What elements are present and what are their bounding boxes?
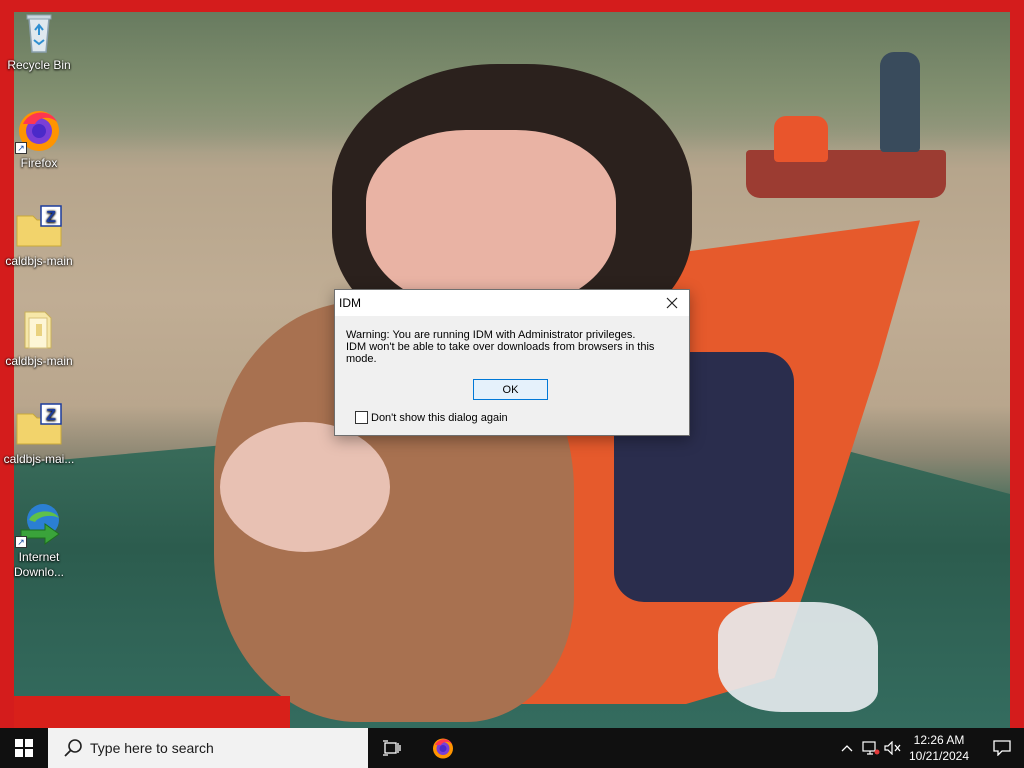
clock-date: 10/21/2024 <box>908 749 970 763</box>
dont-show-again-checkbox[interactable]: Don't show this dialog again <box>355 411 508 424</box>
search-placeholder: Type here to search <box>90 740 214 756</box>
wallpaper-red-banner <box>14 696 290 728</box>
desktop-icon-label: Internet Downlo... <box>13 550 65 579</box>
desktop-icon-caldbjs-folder[interactable]: caldbjs-main <box>1 304 77 369</box>
checkbox-label: Don't show this dialog again <box>371 411 508 424</box>
network-icon <box>862 741 880 755</box>
firefox-icon <box>433 738 453 759</box>
dialog-titlebar[interactable]: IDM <box>335 290 689 316</box>
dialog-message-line: Warning: You are running IDM with Admini… <box>346 329 636 341</box>
folder-icon <box>15 304 63 352</box>
desktop-icon-label: Firefox <box>20 156 58 170</box>
chevron-up-icon <box>841 745 853 752</box>
svg-text:Z: Z <box>46 407 56 424</box>
wallpaper-bag <box>718 602 878 712</box>
shortcut-arrow-icon: ↗ <box>15 142 27 154</box>
svg-text:Z: Z <box>46 209 56 226</box>
task-view-button[interactable] <box>370 728 414 768</box>
dialog-message: Warning: You are running IDM with Admini… <box>346 329 666 365</box>
start-button[interactable] <box>0 728 48 768</box>
close-icon <box>666 297 678 309</box>
wallpaper-face <box>366 130 616 310</box>
windows-logo-icon <box>15 739 33 757</box>
desktop-icon-firefox[interactable]: ↗ Firefox <box>1 106 77 171</box>
clock-time: 12:26 AM <box>913 733 965 747</box>
taskbar-firefox-button[interactable] <box>420 728 466 768</box>
wallpaper-rescuer <box>880 52 920 152</box>
dialog-message-line: IDM won't be able to take over downloads… <box>346 341 655 365</box>
desktop-icon-caldbjs-zip[interactable]: Z caldbjs-main <box>1 204 77 269</box>
desktop-icon-label: Recycle Bin <box>7 58 71 72</box>
taskbar: Type here to search 12:26 AM 10/21/2024 <box>0 728 1024 768</box>
close-button[interactable] <box>655 290 689 316</box>
desktop-icon-recycle-bin[interactable]: Recycle Bin <box>1 8 77 73</box>
network-button[interactable] <box>860 728 882 768</box>
zip-folder-icon: Z <box>15 204 63 252</box>
desktop-icon-label: caldbjs-main <box>5 254 73 268</box>
taskbar-clock[interactable]: 12:26 AM 10/21/2024 <box>900 732 978 764</box>
idm-warning-dialog: IDM Warning: You are running IDM with Ad… <box>334 289 690 436</box>
wallpaper-arm <box>220 422 390 552</box>
desktop-icon-idm[interactable]: ↗ Internet Downlo... <box>1 500 77 580</box>
wallpaper-rescuer <box>774 116 828 162</box>
notification-icon <box>993 740 1011 756</box>
dialog-title: IDM <box>339 296 361 310</box>
zip-folder-icon: Z <box>15 402 63 450</box>
task-view-icon <box>383 740 401 756</box>
idm-icon: ↗ <box>15 500 63 548</box>
desktop-icon-caldbjs-zip-2[interactable]: Z caldbjs-mai... <box>1 402 77 467</box>
checkbox-box[interactable] <box>355 411 368 424</box>
taskbar-search-box[interactable]: Type here to search <box>48 728 368 768</box>
desktop-icon-label: caldbjs-mai... <box>3 452 75 466</box>
ok-button[interactable]: OK <box>473 379 548 400</box>
shortcut-arrow-icon: ↗ <box>15 536 27 548</box>
show-hidden-icons-button[interactable] <box>836 728 858 768</box>
action-center-button[interactable] <box>980 728 1024 768</box>
search-icon <box>64 739 82 757</box>
recycle-bin-icon <box>15 8 63 56</box>
desktop-icon-label: caldbjs-main <box>5 354 73 368</box>
firefox-icon: ↗ <box>15 106 63 154</box>
